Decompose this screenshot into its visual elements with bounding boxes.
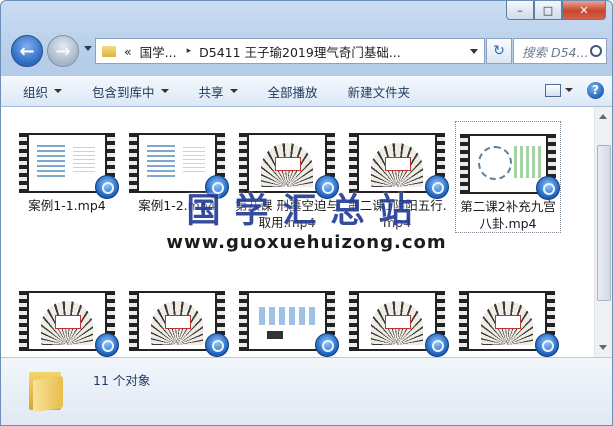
media-player-icon	[95, 175, 119, 199]
breadcrumb-separator-icon[interactable]: ▸	[187, 46, 192, 56]
search-box[interactable]: 搜索 D54...	[513, 38, 607, 64]
organize-label: 组织	[23, 84, 49, 100]
chevron-down-icon	[160, 89, 169, 93]
file-list: 案例1-1.mp4 案例1-2.mp4 第八课 刑墓空迫与取用.mp4 第二课1阴阳五…	[1, 107, 612, 371]
file-item[interactable]: 第二课2补充九宫八卦.mp4	[455, 121, 561, 233]
scroll-down-icon[interactable]	[599, 345, 607, 350]
file-item[interactable]: 案例1-1.mp4	[15, 121, 119, 231]
minimize-button[interactable]: –	[506, 1, 534, 20]
watermark-url: www.guoxuehuizong.com	[166, 232, 447, 253]
file-item[interactable]: 第八课 刑墓空迫与取用.mp4	[235, 121, 339, 231]
explorer-window: – □ ✕ ← → « 国学... ▸ D5411 王子瑜2019理气奇门基础.…	[0, 0, 613, 426]
view-icon	[545, 83, 561, 97]
media-player-icon	[315, 333, 339, 357]
include-library-menu[interactable]: 包含到库中	[84, 82, 177, 101]
video-thumbnail	[19, 133, 119, 199]
play-all-button[interactable]: 全部播放	[260, 82, 326, 101]
folder-icon	[102, 45, 116, 57]
view-controls: ?	[545, 80, 604, 100]
search-input[interactable]: 搜索 D54...	[522, 42, 588, 61]
media-player-icon	[95, 333, 119, 357]
breadcrumb-item-guoxue[interactable]: 国学...	[140, 42, 177, 61]
chevron-down-icon	[229, 89, 238, 93]
file-name: 第二课2补充九宫八卦.mp4	[460, 199, 556, 231]
video-thumbnail	[129, 291, 229, 357]
scroll-up-icon[interactable]	[599, 114, 607, 119]
maximize-button[interactable]: □	[534, 1, 562, 20]
video-thumbnail	[460, 134, 560, 200]
forward-button[interactable]: →	[47, 35, 79, 67]
include-library-label: 包含到库中	[92, 84, 155, 100]
back-button[interactable]: ←	[11, 35, 43, 67]
file-item[interactable]: 案例1-2.mp4	[125, 121, 229, 231]
video-thumbnail	[349, 291, 449, 357]
file-item[interactable]: 第二课1阴阳五行.mp4	[345, 121, 449, 231]
scrollbar-thumb[interactable]	[597, 145, 611, 301]
vertical-scrollbar[interactable]	[594, 107, 612, 357]
media-player-icon	[205, 175, 229, 199]
change-view-button[interactable]	[545, 80, 575, 100]
video-thumbnail	[349, 133, 449, 199]
breadcrumb-item-current[interactable]: D5411 王子瑜2019理气奇门基础...	[199, 42, 401, 61]
recent-pages-dropdown-icon[interactable]	[84, 46, 92, 51]
item-count: 11 个对象	[93, 373, 151, 388]
search-icon	[590, 45, 602, 57]
address-bar[interactable]: « 国学... ▸ D5411 王子瑜2019理气奇门基础...	[95, 38, 485, 64]
media-player-icon	[315, 175, 339, 199]
video-thumbnail	[239, 133, 339, 199]
chevron-down-icon	[54, 89, 63, 93]
address-dropdown-icon[interactable]	[470, 48, 478, 54]
share-label: 共享	[198, 84, 224, 100]
help-button[interactable]: ?	[587, 81, 604, 99]
close-button[interactable]: ✕	[562, 1, 606, 20]
window-controls: – □ ✕	[506, 1, 606, 20]
media-player-icon	[205, 333, 229, 357]
chevron-down-icon	[565, 88, 573, 92]
file-name: 第二课1阴阳五行.mp4	[347, 198, 447, 230]
file-name: 案例1-1.mp4	[28, 198, 106, 213]
media-player-icon	[425, 175, 449, 199]
new-folder-button[interactable]: 新建文件夹	[340, 82, 419, 101]
file-name: 第八课 刑墓空迫与取用.mp4	[235, 198, 339, 230]
help-icon: ?	[592, 83, 599, 97]
refresh-icon: ↻	[493, 43, 505, 59]
media-player-icon	[535, 333, 559, 357]
command-bar: 组织 包含到库中 共享 全部播放 新建文件夹 ?	[1, 75, 612, 107]
video-thumbnail	[459, 291, 559, 357]
video-thumbnail	[129, 133, 229, 199]
media-player-icon	[425, 333, 449, 357]
refresh-button[interactable]: ↻	[486, 38, 512, 64]
details-pane: 11 个对象	[1, 357, 612, 425]
video-thumbnail	[19, 291, 119, 357]
media-player-icon	[536, 176, 560, 200]
breadcrumb-overflow[interactable]: «	[124, 44, 132, 59]
share-menu[interactable]: 共享	[191, 82, 246, 101]
navigation-bar: ← → « 国学... ▸ D5411 王子瑜2019理气奇门基础... ↻ 搜…	[11, 35, 607, 67]
back-arrow-icon: ←	[19, 40, 35, 62]
organize-menu[interactable]: 组织	[15, 82, 70, 101]
folder-icon	[29, 368, 65, 413]
video-thumbnail	[239, 291, 339, 357]
file-name: 案例1-2.mp4	[138, 198, 216, 213]
forward-arrow-icon: →	[55, 40, 71, 62]
